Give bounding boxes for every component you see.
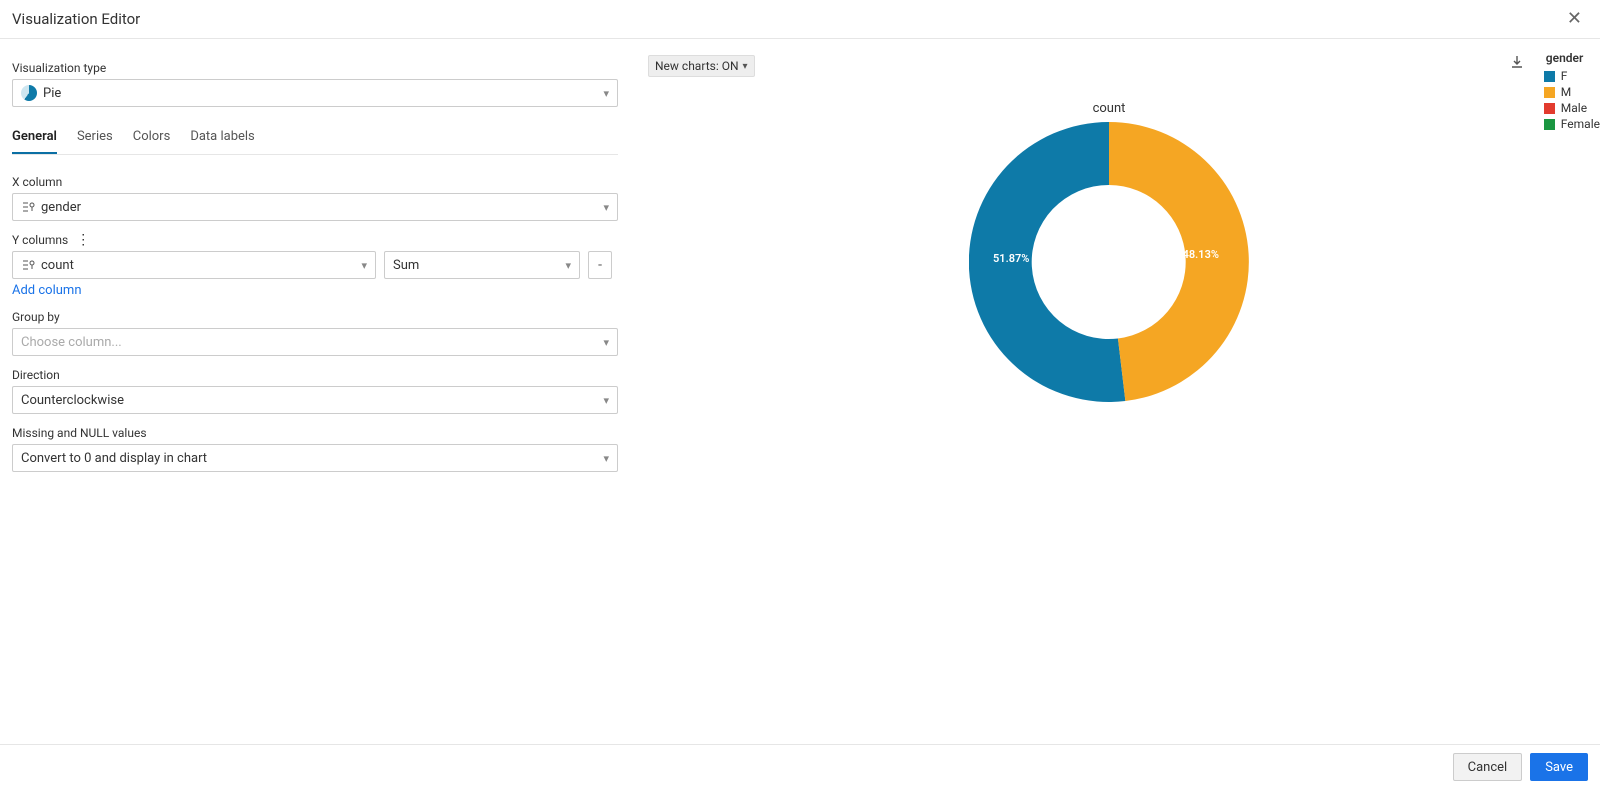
new-charts-toggle[interactable]: New charts: ON ▾	[648, 55, 755, 77]
tab-colors[interactable]: Colors	[133, 123, 171, 154]
chevron-down-icon: ▾	[603, 201, 609, 214]
legend-swatch	[1544, 119, 1555, 130]
viz-type-select[interactable]: Pie ▾	[12, 79, 618, 107]
pie-slice-m[interactable]	[1109, 122, 1249, 401]
tab-data-labels[interactable]: Data labels	[190, 123, 254, 154]
tab-series[interactable]: Series	[77, 123, 113, 154]
config-tabs: General Series Colors Data labels	[12, 123, 618, 155]
xcol-select[interactable]: gender ▾	[12, 193, 618, 221]
ycol-agg-value: Sum	[393, 258, 419, 273]
viz-type-group: Visualization type Pie ▾	[12, 61, 618, 107]
chart-legend: gender F M Male Female	[1544, 51, 1600, 133]
legend-item[interactable]: Male	[1544, 101, 1600, 115]
save-button[interactable]: Save	[1530, 753, 1588, 781]
chart: count 51.87% 48.13%	[969, 101, 1249, 402]
dialog-footer: Cancel Save	[0, 744, 1600, 789]
ycol-remove-button[interactable]: -	[588, 251, 612, 279]
chevron-down-icon: ▾	[743, 61, 748, 72]
missing-group: Missing and NULL values Convert to 0 and…	[12, 426, 618, 472]
groupby-label: Group by	[12, 310, 618, 324]
direction-value: Counterclockwise	[21, 393, 124, 408]
dialog-header: Visualization Editor ✕	[0, 0, 1600, 39]
xcol-group: X column gender ▾	[12, 175, 618, 221]
viz-type-value: Pie	[43, 86, 61, 101]
chart-title: count	[1093, 101, 1126, 116]
legend-label: M	[1561, 85, 1571, 99]
chevron-down-icon: ▾	[603, 87, 609, 100]
config-panel: Visualization type Pie ▾ General Series …	[0, 39, 618, 744]
legend-swatch	[1544, 87, 1555, 98]
groupby-group: Group by Choose column... ▾	[12, 310, 618, 356]
missing-select[interactable]: Convert to 0 and display in chart ▾	[12, 444, 618, 472]
groupby-select[interactable]: Choose column... ▾	[12, 328, 618, 356]
direction-label: Direction	[12, 368, 618, 382]
ycol-row: count ▾ Sum ▾ -	[12, 251, 618, 279]
add-column-link[interactable]: Add column	[12, 283, 618, 298]
pie-label-f: 51.87%	[993, 252, 1029, 265]
chevron-down-icon: ▾	[361, 259, 367, 272]
legend-item[interactable]: M	[1544, 85, 1600, 99]
direction-group: Direction Counterclockwise ▾	[12, 368, 618, 414]
ycol-value: count	[41, 258, 74, 273]
legend-item[interactable]: F	[1544, 69, 1600, 83]
preview-panel: New charts: ON ▾ gender F M Male	[618, 39, 1600, 744]
column-icon	[21, 200, 35, 214]
close-icon[interactable]: ✕	[1563, 8, 1586, 30]
dialog-body: Visualization type Pie ▾ General Series …	[0, 39, 1600, 744]
legend-label: Female	[1561, 117, 1600, 131]
xcol-label: X column	[12, 175, 618, 189]
cancel-button[interactable]: Cancel	[1453, 753, 1523, 781]
direction-select[interactable]: Counterclockwise ▾	[12, 386, 618, 414]
tab-general[interactable]: General	[12, 123, 57, 154]
ycols-label: Y columns	[12, 233, 68, 247]
pie-chart-icon	[21, 85, 37, 101]
donut-chart: 51.87% 48.13%	[969, 122, 1249, 402]
legend-title: gender	[1544, 51, 1600, 65]
groupby-placeholder: Choose column...	[21, 335, 122, 350]
new-charts-toggle-label: New charts: ON	[655, 59, 739, 73]
legend-label: Male	[1561, 101, 1587, 115]
viz-type-label: Visualization type	[12, 61, 618, 75]
dialog-title: Visualization Editor	[12, 10, 140, 28]
download-icon[interactable]	[1510, 55, 1524, 73]
column-icon	[21, 258, 35, 272]
chevron-down-icon: ▾	[603, 452, 609, 465]
xcol-value: gender	[41, 200, 81, 215]
missing-value: Convert to 0 and display in chart	[21, 451, 207, 466]
ycol-select[interactable]: count ▾	[12, 251, 376, 279]
ycol-agg-select[interactable]: Sum ▾	[384, 251, 580, 279]
ycols-group: Y columns ⋮ count ▾ Sum ▾ - Add column	[12, 233, 618, 298]
legend-swatch	[1544, 71, 1555, 82]
chevron-down-icon: ▾	[603, 336, 609, 349]
legend-swatch	[1544, 103, 1555, 114]
legend-item[interactable]: Female	[1544, 117, 1600, 131]
legend-label: F	[1561, 69, 1568, 83]
chevron-down-icon: ▾	[565, 259, 571, 272]
chevron-down-icon: ▾	[603, 394, 609, 407]
ycols-menu-icon[interactable]: ⋮	[76, 233, 90, 247]
pie-label-m: 48.13%	[1183, 248, 1219, 261]
missing-label: Missing and NULL values	[12, 426, 618, 440]
